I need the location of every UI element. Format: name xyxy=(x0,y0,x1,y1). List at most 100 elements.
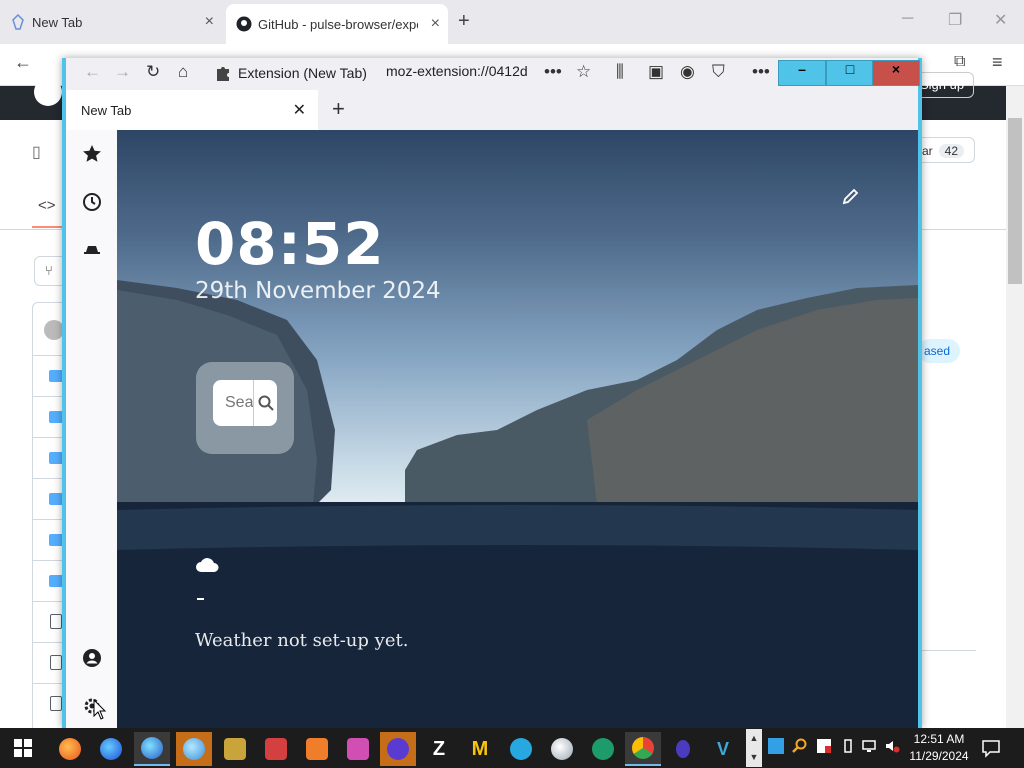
background-tab-github[interactable]: GitHub - pulse-browser/experin × xyxy=(226,4,448,44)
taskbar-firefox-nightly-icon[interactable] xyxy=(134,732,170,766)
m-glyph: M xyxy=(471,737,489,760)
taskbar-orange-browser-icon[interactable] xyxy=(299,732,335,766)
tray-security-icon[interactable] xyxy=(816,738,832,754)
github-icon xyxy=(236,16,252,32)
pencil-edit-icon[interactable] xyxy=(841,186,861,206)
reload-icon[interactable]: ↻ xyxy=(146,62,160,82)
navigation-toolbar: ← → ↻ ⌂ Extension (New Tab) moz-extensio… xyxy=(66,58,920,90)
clock: 08:52 xyxy=(195,210,385,278)
repo-icon: ▯ xyxy=(32,144,41,161)
taskbar-waterfox-icon[interactable] xyxy=(503,732,539,766)
background-tab-new-tab[interactable]: New Tab × xyxy=(0,0,222,44)
home-icon[interactable]: ⌂ xyxy=(178,62,188,82)
taskbar-floorp-icon[interactable] xyxy=(380,732,416,766)
forward-arrow-icon[interactable]: → xyxy=(114,62,131,82)
puzzle-piece-icon xyxy=(217,67,229,81)
new-tab-plus-icon[interactable]: + xyxy=(332,96,345,122)
search-icon xyxy=(258,395,274,411)
star-label: ar xyxy=(922,144,933,158)
taskbar-white-orb-icon[interactable] xyxy=(544,732,580,766)
star-button[interactable]: ar 42 xyxy=(915,137,975,163)
tab-title: GitHub - pulse-browser/experin xyxy=(258,16,418,32)
back-arrow-icon[interactable]: ← xyxy=(14,52,32,73)
temperature-placeholder xyxy=(197,598,204,600)
taskbar-zen-icon[interactable]: Z xyxy=(421,732,457,766)
maximize-icon[interactable]: ❐ xyxy=(948,10,962,30)
close-button[interactable]: × xyxy=(872,60,920,86)
code-icon[interactable]: <> xyxy=(38,197,56,214)
tray-volume-muted-icon[interactable] xyxy=(884,738,900,754)
maximize-button[interactable]: □ xyxy=(826,60,874,86)
url-bar[interactable]: moz-extension://0412d xyxy=(386,63,532,79)
taskbar-vs-app-icon[interactable]: V xyxy=(705,732,741,766)
tray-search-icon[interactable] xyxy=(792,738,808,754)
overflow-menu-icon[interactable]: ••• xyxy=(752,62,770,82)
star-icon[interactable] xyxy=(82,144,102,164)
tray-app-icon[interactable] xyxy=(768,738,784,754)
sidebar-toggle-icon[interactable]: ▣ xyxy=(648,62,664,82)
weather-status: Weather not set-up yet. xyxy=(195,630,409,651)
minimize-button[interactable]: – xyxy=(778,60,826,86)
library-icon[interactable]: ⫼ xyxy=(616,62,624,82)
account-icon[interactable]: ◉ xyxy=(680,62,695,82)
taskbar-firefox-icon[interactable] xyxy=(52,732,88,766)
shield-icon[interactable]: ⛉ xyxy=(712,62,725,82)
vs-glyph: V xyxy=(716,738,729,759)
account-icon[interactable] xyxy=(82,648,102,668)
close-tab-icon[interactable]: × xyxy=(205,13,214,31)
github-logo-icon[interactable] xyxy=(34,78,62,106)
divider xyxy=(918,650,976,651)
taskbar-firefox-beta-icon[interactable] xyxy=(176,732,212,766)
taskbar-goose-app-icon[interactable] xyxy=(217,732,253,766)
avatar[interactable] xyxy=(44,320,64,340)
extensions-icon[interactable]: ⧉ xyxy=(954,53,965,71)
topic-tag[interactable]: ased xyxy=(918,339,960,363)
taskbar-m-app-icon[interactable]: M xyxy=(462,732,498,766)
close-tab-icon[interactable]: ✕ xyxy=(293,100,306,120)
newtab-sidebar xyxy=(66,130,117,728)
taskbar-scroll-buttons[interactable]: ▲ ▼ xyxy=(746,729,762,767)
tray-usb-icon[interactable] xyxy=(840,738,856,754)
tray-network-icon[interactable] xyxy=(862,738,878,754)
tab-title: New Tab xyxy=(81,102,132,118)
taskbar-chrome-like-icon[interactable] xyxy=(625,732,661,766)
date: 29th November 2024 xyxy=(195,278,441,304)
taskbar-bug-app-icon[interactable] xyxy=(665,732,701,766)
file-icon[interactable] xyxy=(50,614,62,629)
star-count: 42 xyxy=(938,144,965,158)
minimize-icon[interactable]: ─ xyxy=(902,10,913,28)
taskbar-date: 11/29/2024 xyxy=(909,749,969,763)
close-window-icon[interactable]: ✕ xyxy=(994,10,1007,30)
tab-title: New Tab xyxy=(32,14,83,30)
file-icon[interactable] xyxy=(50,696,62,711)
taskbar-firefox-developer-icon[interactable] xyxy=(93,732,129,766)
page-actions-icon[interactable]: ••• xyxy=(544,62,562,82)
newtab-wallpaper: 08:52 29th November 2024 Weather not set… xyxy=(117,130,918,728)
windows-start-icon[interactable] xyxy=(14,739,32,757)
taskbar-clock[interactable]: 12:51 AM 11/29/2024 xyxy=(906,731,972,765)
mouse-cursor-icon xyxy=(93,699,107,720)
incognito-icon[interactable] xyxy=(82,240,102,260)
extension-label: Extension (New Tab) xyxy=(238,65,367,81)
taskbar-time: 12:51 AM xyxy=(913,732,965,746)
menu-icon[interactable]: ≡ xyxy=(992,52,1003,73)
taskbar-pink-browser-icon[interactable] xyxy=(340,732,376,766)
bookmark-star-icon[interactable]: ☆ xyxy=(576,62,591,82)
taskbar-vivaldi-red-icon[interactable] xyxy=(258,732,294,766)
history-icon[interactable] xyxy=(82,192,102,212)
file-icon[interactable] xyxy=(50,655,62,670)
tab-strip: New Tab ✕ + xyxy=(66,90,918,130)
notification-center-icon[interactable] xyxy=(980,737,1002,759)
tab-new-tab[interactable]: New Tab ✕ xyxy=(66,90,318,130)
back-arrow-icon[interactable]: ← xyxy=(84,62,101,82)
extension-identity[interactable]: Extension (New Tab) xyxy=(214,60,378,86)
firefox-window: ← → ↻ ⌂ Extension (New Tab) moz-extensio… xyxy=(62,58,922,728)
new-tab-plus-icon[interactable]: + xyxy=(458,10,470,33)
close-tab-icon[interactable]: × xyxy=(431,15,440,33)
zen-glyph: Z xyxy=(432,737,446,760)
taskbar-green-app-icon[interactable] xyxy=(585,732,621,766)
search-button[interactable] xyxy=(253,380,277,426)
scrollbar-thumb[interactable] xyxy=(1008,118,1022,284)
search-input[interactable] xyxy=(213,380,253,426)
pulse-logo-icon xyxy=(10,14,26,30)
